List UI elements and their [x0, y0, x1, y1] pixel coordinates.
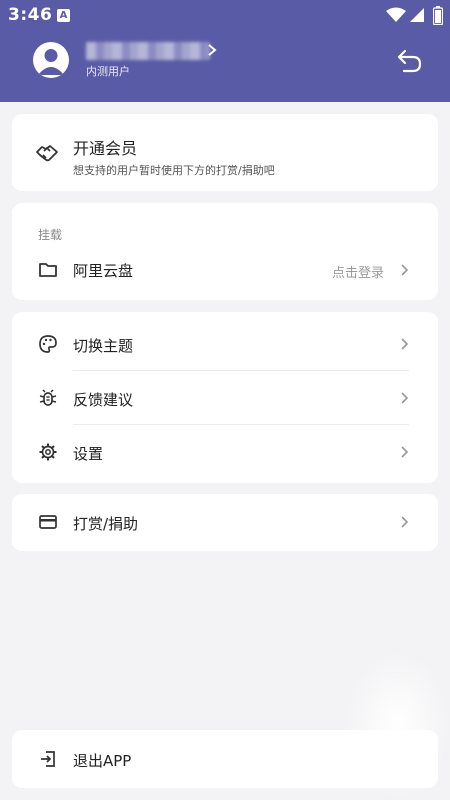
user-avatar-icon — [38, 49, 64, 75]
username-blurred[interactable] — [86, 42, 210, 60]
wifi-icon — [386, 7, 406, 22]
settings-card: 切换主题 反馈建议 设置 — [12, 312, 438, 483]
chevron-right-icon — [401, 446, 409, 458]
gear-icon — [39, 443, 57, 461]
handshake-icon — [36, 145, 58, 162]
aliyun-drive-row[interactable]: 阿里云盘 点击登录 — [12, 251, 438, 289]
battery-icon — [433, 6, 443, 25]
settings-row[interactable]: 设置 — [12, 432, 438, 472]
divider — [73, 370, 409, 371]
mount-card: 挂载 阿里云盘 点击登录 — [12, 203, 438, 300]
decorative-glow — [345, 650, 450, 800]
vip-title: 开通会员 — [73, 139, 138, 158]
avatar[interactable] — [33, 42, 69, 78]
status-time: 3:46 — [8, 5, 53, 25]
donate-label: 打赏/捐助 — [73, 515, 139, 533]
switch-theme-row[interactable]: 切换主题 — [12, 324, 438, 364]
login-action[interactable]: 点击登录 — [332, 262, 384, 281]
account-type: 内测用户 — [86, 65, 130, 78]
switch-theme-label: 切换主题 — [73, 337, 134, 355]
feedback-row[interactable]: 反馈建议 — [12, 378, 438, 418]
logout-label: 退出APP — [73, 752, 132, 770]
palette-icon — [39, 335, 57, 353]
vip-description: 想支持的用户暂时使用下方的打赏/捐助吧 — [73, 164, 275, 177]
settings-label: 设置 — [73, 445, 104, 463]
bug-icon — [39, 389, 57, 406]
back-icon[interactable] — [396, 47, 424, 75]
donate-card[interactable]: 打赏/捐助 — [12, 494, 438, 551]
feedback-label: 反馈建议 — [73, 391, 134, 409]
status-bar: 3:46 A — [0, 0, 450, 32]
divider — [73, 424, 409, 425]
notification-letter: A — [59, 10, 68, 21]
signal-icon — [410, 8, 424, 22]
logout-icon — [41, 751, 55, 767]
profile-header: 3:46 A 内测用户 — [0, 0, 450, 102]
chevron-right-icon[interactable] — [206, 43, 218, 57]
chevron-right-icon — [401, 392, 409, 404]
chevron-right-icon — [401, 516, 409, 528]
notification-icon: A — [57, 9, 70, 22]
chevron-right-icon — [401, 264, 409, 276]
mount-section-title: 挂载 — [38, 228, 63, 242]
chevron-right-icon — [401, 338, 409, 350]
aliyun-drive-label: 阿里云盘 — [73, 262, 134, 280]
folder-icon — [39, 263, 57, 277]
credit-card-icon — [39, 515, 57, 529]
vip-card[interactable]: 开通会员 想支持的用户暂时使用下方的打赏/捐助吧 — [12, 114, 438, 191]
